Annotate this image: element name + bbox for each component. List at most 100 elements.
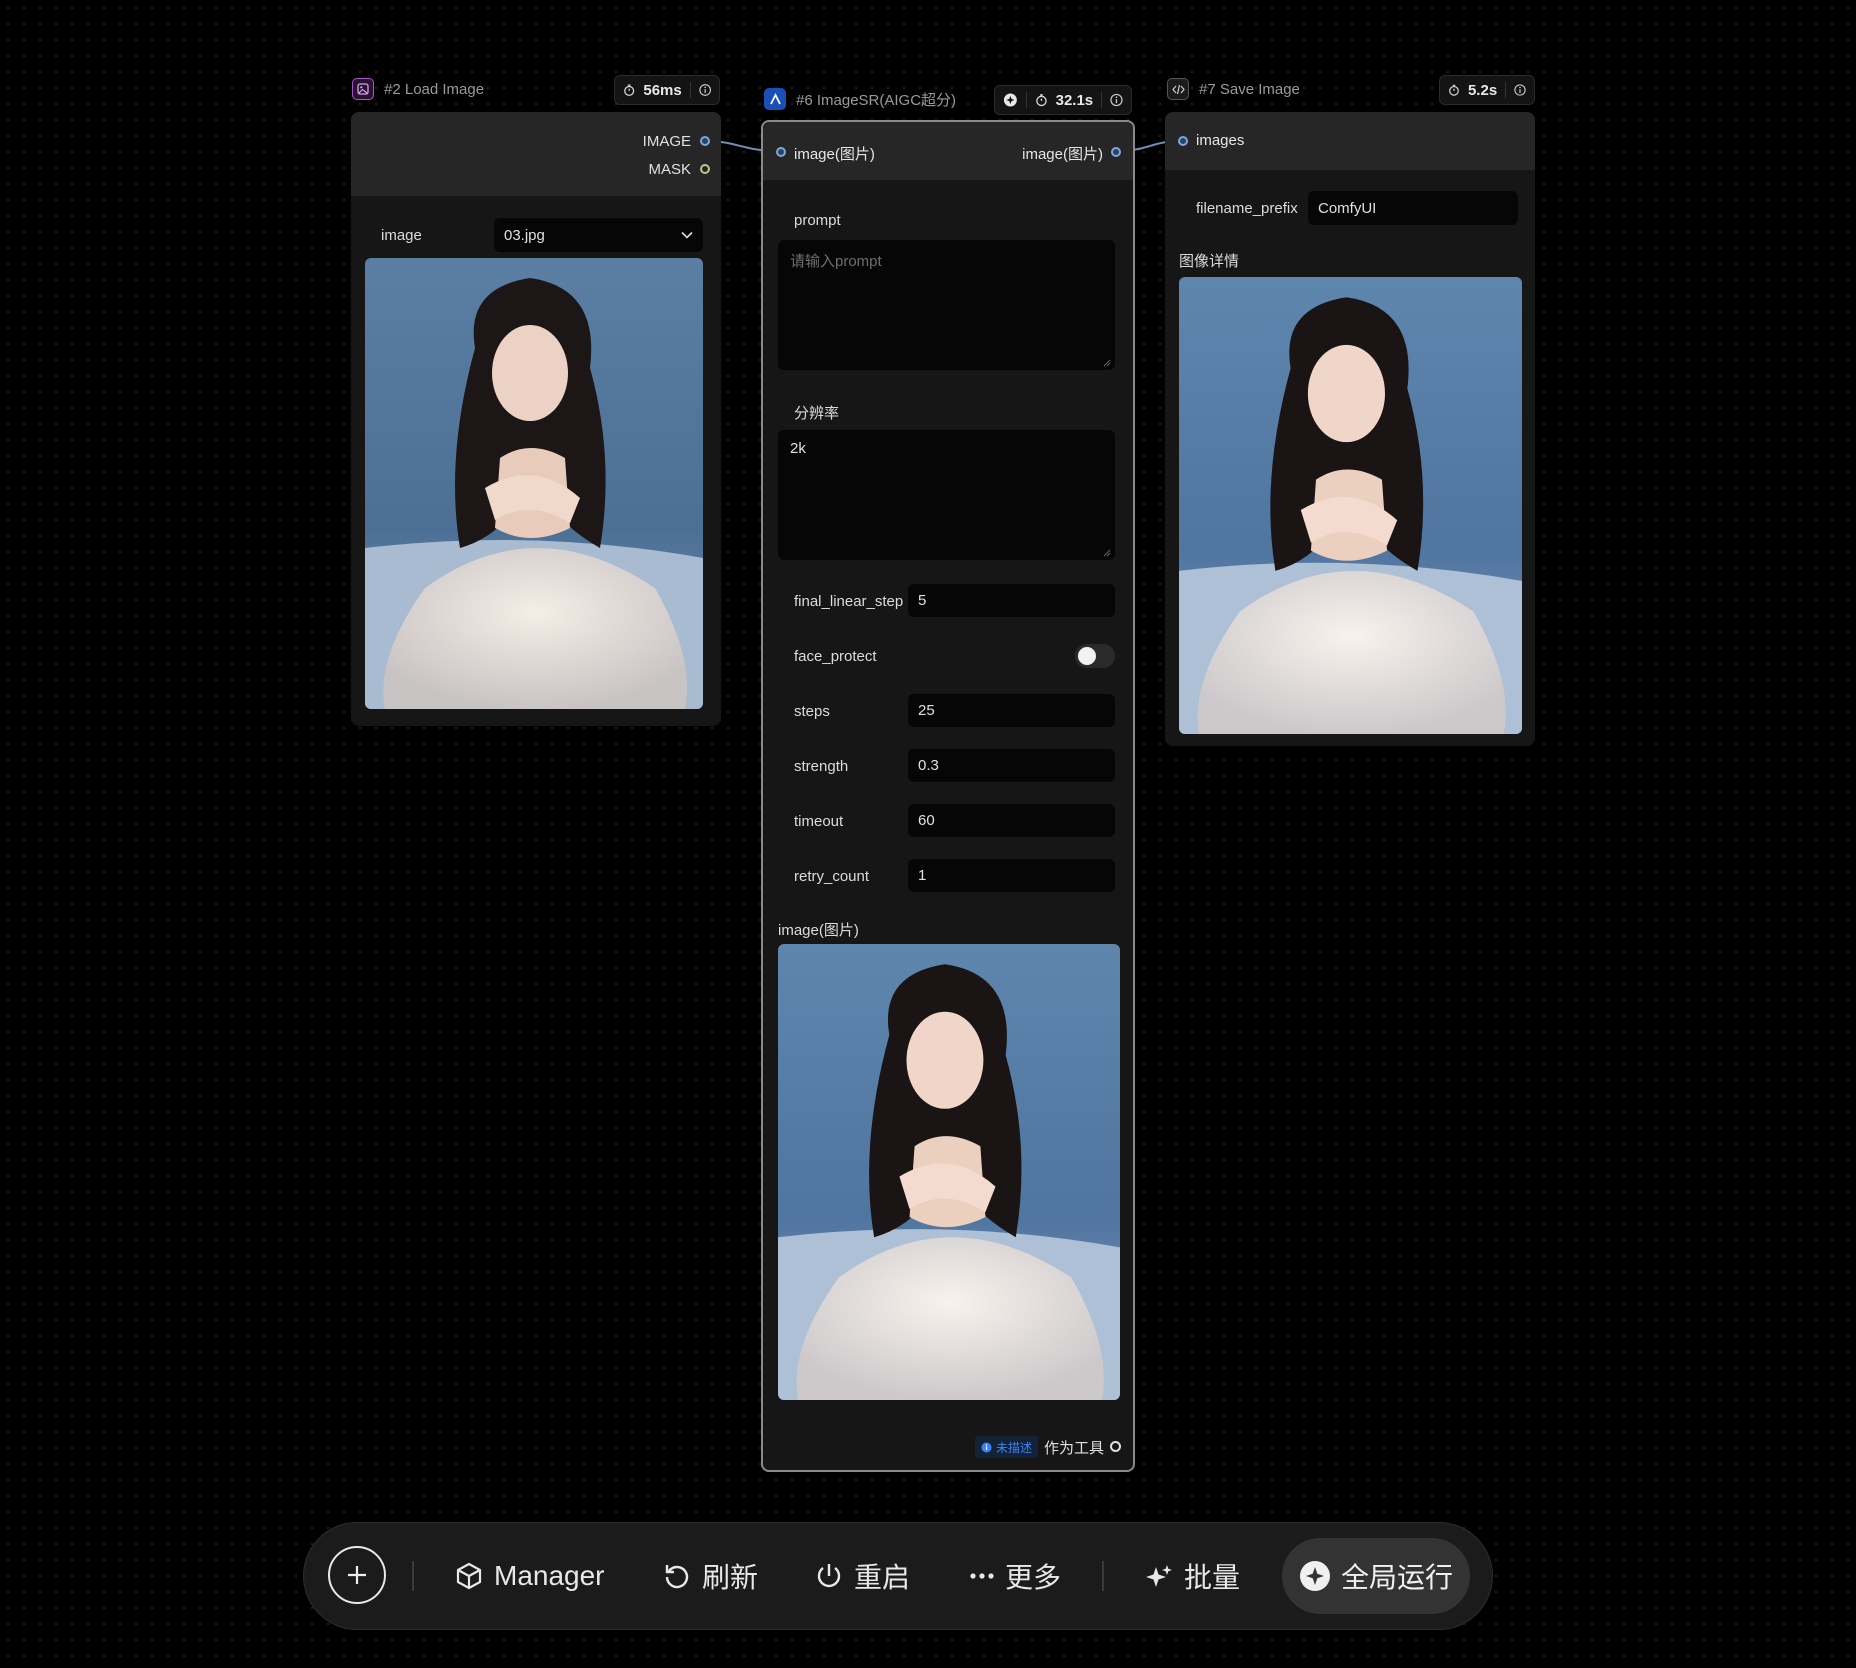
run-spark-icon: [1299, 1561, 1330, 1591]
toolbar-divider: [1102, 1561, 1104, 1591]
add-node-button[interactable]: [328, 1546, 386, 1604]
refresh-label: 刷新: [702, 1562, 759, 1593]
timeout-value: 60: [918, 812, 935, 829]
batch-button[interactable]: 批量: [1144, 1523, 1240, 1629]
resolution-textarea[interactable]: 2k: [778, 430, 1115, 560]
manager-label: Manager: [494, 1560, 605, 1591]
resize-grip-icon[interactable]: [1103, 359, 1111, 367]
loaded-image-preview: [365, 258, 703, 709]
filename-prefix-label: filename_prefix: [1196, 200, 1298, 217]
restart-button[interactable]: 重启: [814, 1523, 910, 1629]
prompt-placeholder: 请输入prompt: [790, 253, 882, 270]
steps-value: 25: [918, 702, 935, 719]
timeout-input[interactable]: 60: [908, 804, 1115, 837]
prompt-textarea[interactable]: 请输入prompt: [778, 240, 1115, 370]
save-image-node[interactable]: images filename_prefix ComfyUI 图像详情: [1165, 112, 1535, 746]
image-select[interactable]: 03.jpg: [494, 218, 703, 252]
run-all-button[interactable]: 全局运行: [1282, 1538, 1470, 1614]
imagesr-node[interactable]: image(图片) image(图片) prompt 请输入prompt 分辨率…: [761, 120, 1135, 1472]
steps-label: steps: [794, 703, 830, 720]
saved-image-preview: [1179, 277, 1522, 734]
sr-node-title: #6 ImageSR(AIGC超分): [796, 91, 957, 109]
sparkles-icon: [1146, 1565, 1172, 1587]
refresh-icon: [665, 1565, 689, 1589]
info-icon[interactable]: [1514, 83, 1526, 97]
timeout-label: timeout: [794, 813, 844, 830]
image-select-value: 03.jpg: [504, 226, 545, 244]
input-image-socket[interactable]: [776, 147, 786, 157]
sr-output-preview: [778, 944, 1120, 1400]
sr-node-title-bar[interactable]: #6 ImageSR(AIGC超分): [764, 88, 956, 110]
resize-grip-icon[interactable]: [1103, 549, 1111, 557]
undescribed-text: 未描述: [996, 1440, 1033, 1455]
strength-input[interactable]: 0.3: [908, 749, 1115, 782]
strength-label: strength: [794, 758, 849, 775]
output-image-socket[interactable]: [700, 136, 710, 146]
chevron-down-icon: [681, 231, 693, 239]
filename-prefix-input[interactable]: ComfyUI: [1308, 191, 1518, 225]
divider: [1025, 92, 1027, 108]
toggle-knob: [1078, 647, 1096, 665]
power-icon: [817, 1564, 841, 1588]
as-tool-socket[interactable]: [1110, 1441, 1121, 1452]
save-node-timing: 5.2s: [1439, 75, 1535, 105]
divider: [1505, 82, 1507, 98]
portrait-photo: [778, 944, 1120, 1400]
final-linear-step-input[interactable]: 5: [908, 584, 1115, 617]
retry-count-input[interactable]: 1: [908, 859, 1115, 892]
input-image-label: image(图片): [794, 146, 875, 163]
input-images-socket[interactable]: [1178, 136, 1188, 146]
save-node-title-bar[interactable]: #7 Save Image: [1167, 78, 1300, 100]
portrait-photo: [1179, 277, 1522, 734]
info-icon[interactable]: [1110, 93, 1123, 107]
manager-button[interactable]: Manager: [454, 1523, 605, 1629]
save-node-time: 5.2s: [1467, 81, 1498, 99]
resolution-label: 分辨率: [794, 405, 840, 422]
preview-label: image(图片): [778, 922, 859, 939]
sr-node-timing: 32.1s: [994, 85, 1132, 115]
load-image-node[interactable]: IMAGE MASK image 03.jpg: [351, 112, 721, 726]
steps-input[interactable]: 25: [908, 694, 1115, 727]
info-icon[interactable]: [698, 83, 711, 97]
output-mask-socket[interactable]: [700, 164, 710, 174]
toolbar-divider: [412, 1561, 414, 1591]
face-protect-toggle[interactable]: [1075, 644, 1115, 668]
final-linear-step-value: 5: [918, 592, 927, 609]
sr-node-io: image(图片) image(图片): [763, 122, 1133, 180]
more-button[interactable]: 更多: [969, 1523, 1061, 1629]
plus-icon: [348, 1566, 366, 1584]
aigc-logo-icon: [764, 88, 786, 110]
retry-count-value: 1: [918, 867, 927, 884]
ellipsis-icon: [970, 1573, 994, 1579]
timer-icon: [1449, 84, 1459, 96]
run-all-label: 全局运行: [1340, 1562, 1453, 1593]
load-node-title-bar[interactable]: #2 Load Image: [352, 78, 484, 100]
face-protect-label: face_protect: [794, 648, 877, 665]
final-linear-step-label: final_linear_step: [794, 593, 904, 610]
output-image-socket[interactable]: [1111, 147, 1121, 157]
undescribed-badge[interactable]: 未描述: [975, 1436, 1039, 1458]
more-label: 更多: [1005, 1562, 1062, 1593]
load-node-time: 56ms: [643, 81, 682, 99]
load-node-title: #2 Load Image: [384, 80, 485, 98]
load-node-outputs: IMAGE MASK: [351, 112, 721, 196]
divider: [1101, 92, 1103, 108]
refresh-button[interactable]: 刷新: [662, 1523, 758, 1629]
input-images-label: images: [1196, 132, 1245, 149]
filename-prefix-value: ComfyUI: [1318, 199, 1377, 217]
divider: [689, 82, 691, 98]
resolution-value: 2k: [790, 440, 806, 457]
timer-icon: [624, 84, 635, 96]
strength-value: 0.3: [918, 757, 939, 774]
bottom-toolbar: Manager 刷新 重启 更多 批量 全局运行: [303, 1522, 1493, 1630]
save-node-inputs: images: [1165, 112, 1535, 170]
restart-label: 重启: [854, 1562, 911, 1593]
sr-node-time: 32.1s: [1055, 91, 1094, 109]
image-field-label: image: [381, 227, 422, 244]
save-node-title: #7 Save Image: [1199, 80, 1300, 98]
spark-icon: [1003, 93, 1017, 107]
load-node-timing: 56ms: [614, 75, 720, 105]
image-icon: [352, 78, 374, 100]
output-mask-label: MASK: [648, 161, 691, 178]
portrait-photo: [365, 258, 703, 709]
